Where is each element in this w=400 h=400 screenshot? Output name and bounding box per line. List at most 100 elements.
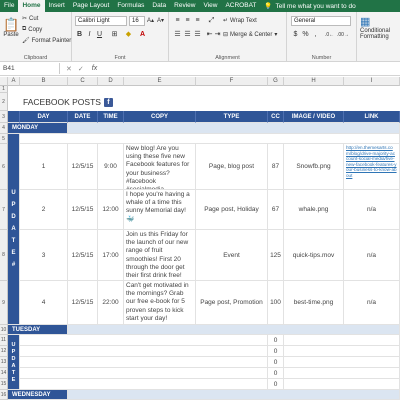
copy-button[interactable]: ⧉ Copy	[22, 26, 42, 33]
font-color-icon[interactable]: A	[138, 30, 147, 40]
row-header[interactable]: 2	[0, 93, 8, 111]
paste-button[interactable]: 📋 Paste	[3, 18, 19, 38]
post-date[interactable]: 12/5/15	[68, 144, 98, 190]
post-image[interactable]: best-time.png	[284, 281, 344, 325]
post-image[interactable]: whale.png	[284, 190, 344, 230]
post-type[interactable]: Event	[196, 230, 268, 281]
bold-button[interactable]: B	[75, 30, 84, 40]
post-cc[interactable]: 0	[268, 368, 284, 379]
empty-cells[interactable]	[20, 346, 268, 357]
percent-button[interactable]: %	[301, 30, 310, 40]
row-header[interactable]: 1	[0, 86, 8, 93]
tab-formulas[interactable]: Formulas	[113, 0, 148, 12]
post-number[interactable]: 4	[20, 281, 68, 325]
decrease-font-icon[interactable]: A▾	[156, 16, 165, 26]
post-time[interactable]: 17:00	[98, 230, 124, 281]
post-cc[interactable]: 67	[268, 190, 284, 230]
number-format-select[interactable]: General	[291, 16, 351, 26]
column-header-d[interactable]: D	[98, 77, 124, 86]
orientation-icon[interactable]: ⤢	[207, 16, 216, 26]
align-left-icon[interactable]: ☰	[173, 30, 182, 40]
column-header-g[interactable]: G	[268, 77, 284, 86]
align-right-icon[interactable]: ☰	[193, 30, 202, 40]
underline-button[interactable]: U	[95, 30, 104, 40]
post-number[interactable]: 2	[20, 190, 68, 230]
select-all-corner[interactable]	[0, 77, 8, 86]
currency-button[interactable]: $	[291, 30, 300, 40]
empty-cells[interactable]	[20, 379, 268, 390]
tell-me-box[interactable]: 💡 Tell me what you want to do	[260, 2, 355, 11]
column-header-b[interactable]: B	[20, 77, 68, 86]
italic-button[interactable]: I	[85, 30, 94, 40]
row-header[interactable]: 15	[0, 379, 8, 390]
name-box[interactable]: B41	[0, 63, 60, 74]
row-header[interactable]: 14	[0, 368, 8, 379]
conditional-formatting-button[interactable]: ▦ Conditional Formatting	[360, 15, 390, 40]
tab-home[interactable]: Home	[18, 0, 45, 12]
post-image[interactable]: quick-tips.mov	[284, 230, 344, 281]
row-header[interactable]: 9	[0, 281, 8, 325]
post-cc[interactable]: 100	[268, 281, 284, 325]
decrease-decimal-icon[interactable]: .00→	[337, 30, 349, 40]
column-header-h[interactable]: H	[284, 77, 344, 86]
row-header[interactable]: 3	[0, 111, 8, 123]
cut-button[interactable]: ✂ Cut	[22, 15, 38, 23]
post-date[interactable]: 12/5/15	[68, 281, 98, 325]
row-header[interactable]: 7	[0, 190, 8, 230]
post-link[interactable]: http://en.themesarts.com/blog/drive-majo…	[344, 144, 400, 190]
post-time[interactable]: 22:00	[98, 281, 124, 325]
increase-font-icon[interactable]: A▴	[146, 16, 155, 26]
merge-center-button[interactable]: ⊟ Merge & Center ▾	[223, 31, 277, 39]
borders-icon[interactable]: ⊞	[110, 30, 119, 40]
empty-cells[interactable]	[284, 335, 400, 346]
post-cc[interactable]: 87	[268, 144, 284, 190]
tab-insert[interactable]: Insert	[45, 0, 69, 12]
post-image[interactable]: Snowfb.png	[284, 144, 344, 190]
column-header-a[interactable]: A	[8, 77, 20, 86]
align-bottom-icon[interactable]: ≡	[193, 16, 202, 26]
row-header[interactable]: 12	[0, 346, 8, 357]
post-copy[interactable]: I hope you're having a whale of a time t…	[124, 190, 196, 230]
post-link[interactable]: n/a	[344, 230, 400, 281]
format-painter-button[interactable]: 🖌 Format Painter	[22, 37, 71, 45]
post-cc[interactable]: 0	[268, 379, 284, 390]
column-header-e[interactable]: E	[124, 77, 196, 86]
post-type[interactable]: Page post, Holiday	[196, 190, 268, 230]
post-type[interactable]: Page, blog post	[196, 144, 268, 190]
post-time[interactable]: 9:00	[98, 144, 124, 190]
row-header[interactable]: 13	[0, 357, 8, 368]
column-header-i[interactable]: I	[344, 77, 400, 86]
column-header-f[interactable]: F	[196, 77, 268, 86]
row-header[interactable]: 8	[0, 230, 8, 281]
post-cc[interactable]: 0	[268, 335, 284, 346]
post-date[interactable]: 12/5/15	[68, 230, 98, 281]
post-number[interactable]: 3	[20, 230, 68, 281]
post-cc[interactable]: 0	[268, 357, 284, 368]
row-header[interactable]: 11	[0, 335, 8, 346]
empty-cells[interactable]	[284, 368, 400, 379]
tab-page-layout[interactable]: Page Layout	[69, 0, 114, 12]
font-name-select[interactable]: Calibri Light	[75, 16, 127, 26]
post-number[interactable]: 1	[20, 144, 68, 190]
font-size-select[interactable]: 16	[129, 16, 145, 26]
wrap-text-button[interactable]: ↵ Wrap Text	[223, 17, 257, 25]
tab-view[interactable]: View	[199, 0, 221, 12]
column-header-c[interactable]: C	[68, 77, 98, 86]
empty-cells[interactable]	[284, 379, 400, 390]
fill-color-icon[interactable]: ◆	[124, 30, 133, 40]
empty-cells[interactable]	[20, 357, 268, 368]
fx-label[interactable]: fx	[84, 65, 97, 72]
align-top-icon[interactable]: ≡	[173, 16, 182, 26]
cancel-icon[interactable]: ✕	[66, 65, 72, 73]
align-middle-icon[interactable]: ≡	[183, 16, 192, 26]
tab-review[interactable]: Review	[170, 0, 199, 12]
post-link[interactable]: n/a	[344, 190, 400, 230]
empty-cells[interactable]	[284, 357, 400, 368]
tab-file[interactable]: File	[0, 0, 18, 12]
align-center-icon[interactable]: ☰	[183, 30, 192, 40]
row-header[interactable]: 10	[0, 325, 8, 335]
post-copy[interactable]: New blog! Are you using these five new F…	[124, 144, 196, 190]
row-header[interactable]: 16	[0, 390, 8, 400]
empty-cells[interactable]	[20, 368, 268, 379]
empty-cells[interactable]	[284, 346, 400, 357]
